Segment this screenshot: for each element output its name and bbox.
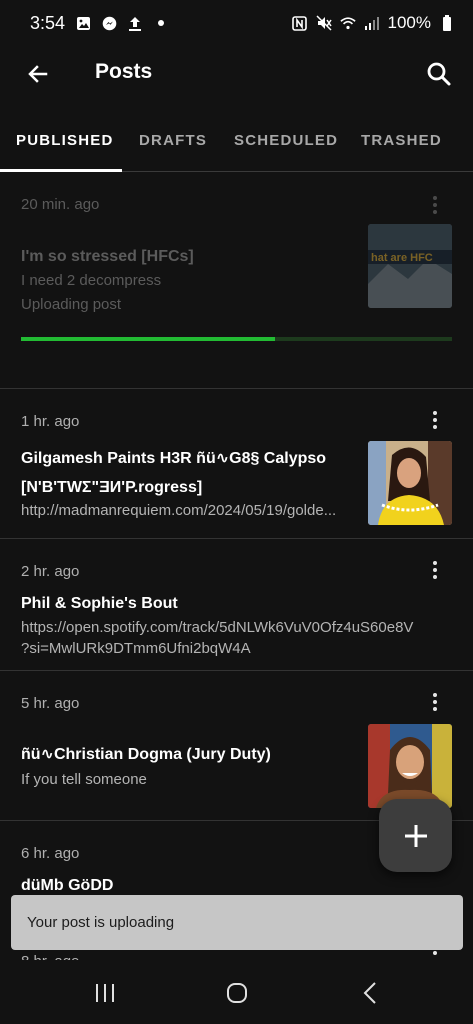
tab-trashed[interactable]: TRASHED	[361, 132, 442, 149]
upload-progress-bar	[21, 337, 452, 341]
back-nav-button[interactable]	[350, 978, 390, 1008]
status-left: 3:54	[30, 13, 169, 34]
mute-icon	[315, 15, 332, 31]
post-subtitle: I need 2 decompress	[21, 272, 162, 289]
post-subtitle-line-2: ?si=MwlURk9DTmm6Ufni2bqW4A	[21, 640, 251, 657]
tab-indicator	[0, 169, 122, 172]
home-button[interactable]	[217, 978, 257, 1008]
post-thumbnail: hat are HFC	[368, 224, 452, 308]
thumb-caption: hat are HFC	[371, 252, 433, 264]
tab-scheduled[interactable]: SCHEDULED	[234, 132, 338, 149]
status-right: 100%	[292, 13, 455, 33]
post-subtitle-line-1: https://open.spotify.com/track/5dNLWk6Vu…	[21, 619, 414, 636]
tab-bar: PUBLISHED DRAFTS SCHEDULED TRASHED	[0, 118, 473, 172]
back-button[interactable]	[22, 58, 54, 90]
post-item[interactable]: 1 hr. ago Gilgamesh Paints H3R ñü∿G8§ Ca…	[0, 389, 473, 539]
post-time: 5 hr. ago	[21, 695, 80, 712]
messenger-icon	[101, 15, 117, 31]
more-options-button[interactable]	[425, 557, 445, 583]
post-time: 2 hr. ago	[21, 563, 80, 580]
new-post-button[interactable]	[379, 799, 452, 872]
post-item[interactable]: 2 hr. ago Phil & Sophie's Bout https://o…	[0, 539, 473, 671]
tab-published[interactable]: PUBLISHED	[16, 132, 113, 149]
post-time: 1 hr. ago	[21, 413, 80, 430]
more-options-button[interactable]	[425, 407, 445, 433]
app-bar: Posts	[0, 46, 473, 102]
post-subtitle: If you tell someone	[21, 771, 147, 788]
snackbar-message: Your post is uploading	[27, 914, 175, 931]
more-options-button[interactable]	[425, 192, 445, 218]
more-options-button[interactable]	[425, 689, 445, 715]
signal-icon	[364, 15, 380, 31]
battery-icon	[439, 15, 455, 31]
search-icon	[427, 62, 451, 86]
status-time: 3:54	[30, 12, 66, 33]
upload-progress-fill	[21, 337, 276, 341]
post-subtitle: http://madmanrequiem.com/2024/05/19/gold…	[21, 502, 337, 519]
post-time: 20 min. ago	[21, 196, 100, 213]
post-time: 6 hr. ago	[21, 845, 80, 862]
arrow-back-icon	[28, 65, 48, 83]
dot-icon	[153, 15, 169, 31]
post-title: ñü∿Christian Dogma (Jury Duty)	[21, 746, 271, 763]
nfc-icon	[292, 15, 308, 31]
recents-icon	[96, 984, 114, 1002]
page-title: Posts	[95, 60, 153, 83]
post-title: Phil & Sophie's Bout	[21, 595, 178, 612]
search-button[interactable]	[423, 58, 455, 90]
system-nav-bar	[0, 960, 473, 1024]
gallery-icon	[75, 15, 91, 31]
snackbar: Your post is uploading	[11, 895, 463, 950]
post-title-line-1: Gilgamesh Paints H3R ñü∿G8§ Calypso	[21, 450, 327, 467]
chevron-left-icon	[363, 982, 376, 1004]
recents-button[interactable]	[85, 978, 125, 1008]
plus-icon	[404, 824, 427, 847]
post-item-uploading[interactable]: 20 min. ago I'm so stressed [HFCs] I nee…	[0, 174, 473, 389]
post-thumbnail	[368, 441, 452, 525]
post-title: I'm so stressed [HFCs]	[21, 248, 194, 265]
upload-icon	[127, 15, 143, 31]
post-thumbnail	[368, 724, 452, 808]
home-icon	[227, 983, 247, 1003]
upload-status: Uploading post	[21, 296, 122, 313]
tab-drafts[interactable]: DRAFTS	[139, 132, 207, 149]
wifi-icon	[339, 15, 356, 31]
post-title-line-2: [N'B'TWΣ"ƎИ'P.rogress]	[21, 479, 203, 496]
status-bar: 3:54 100%	[0, 0, 473, 46]
battery-percent: 100%	[387, 13, 431, 32]
